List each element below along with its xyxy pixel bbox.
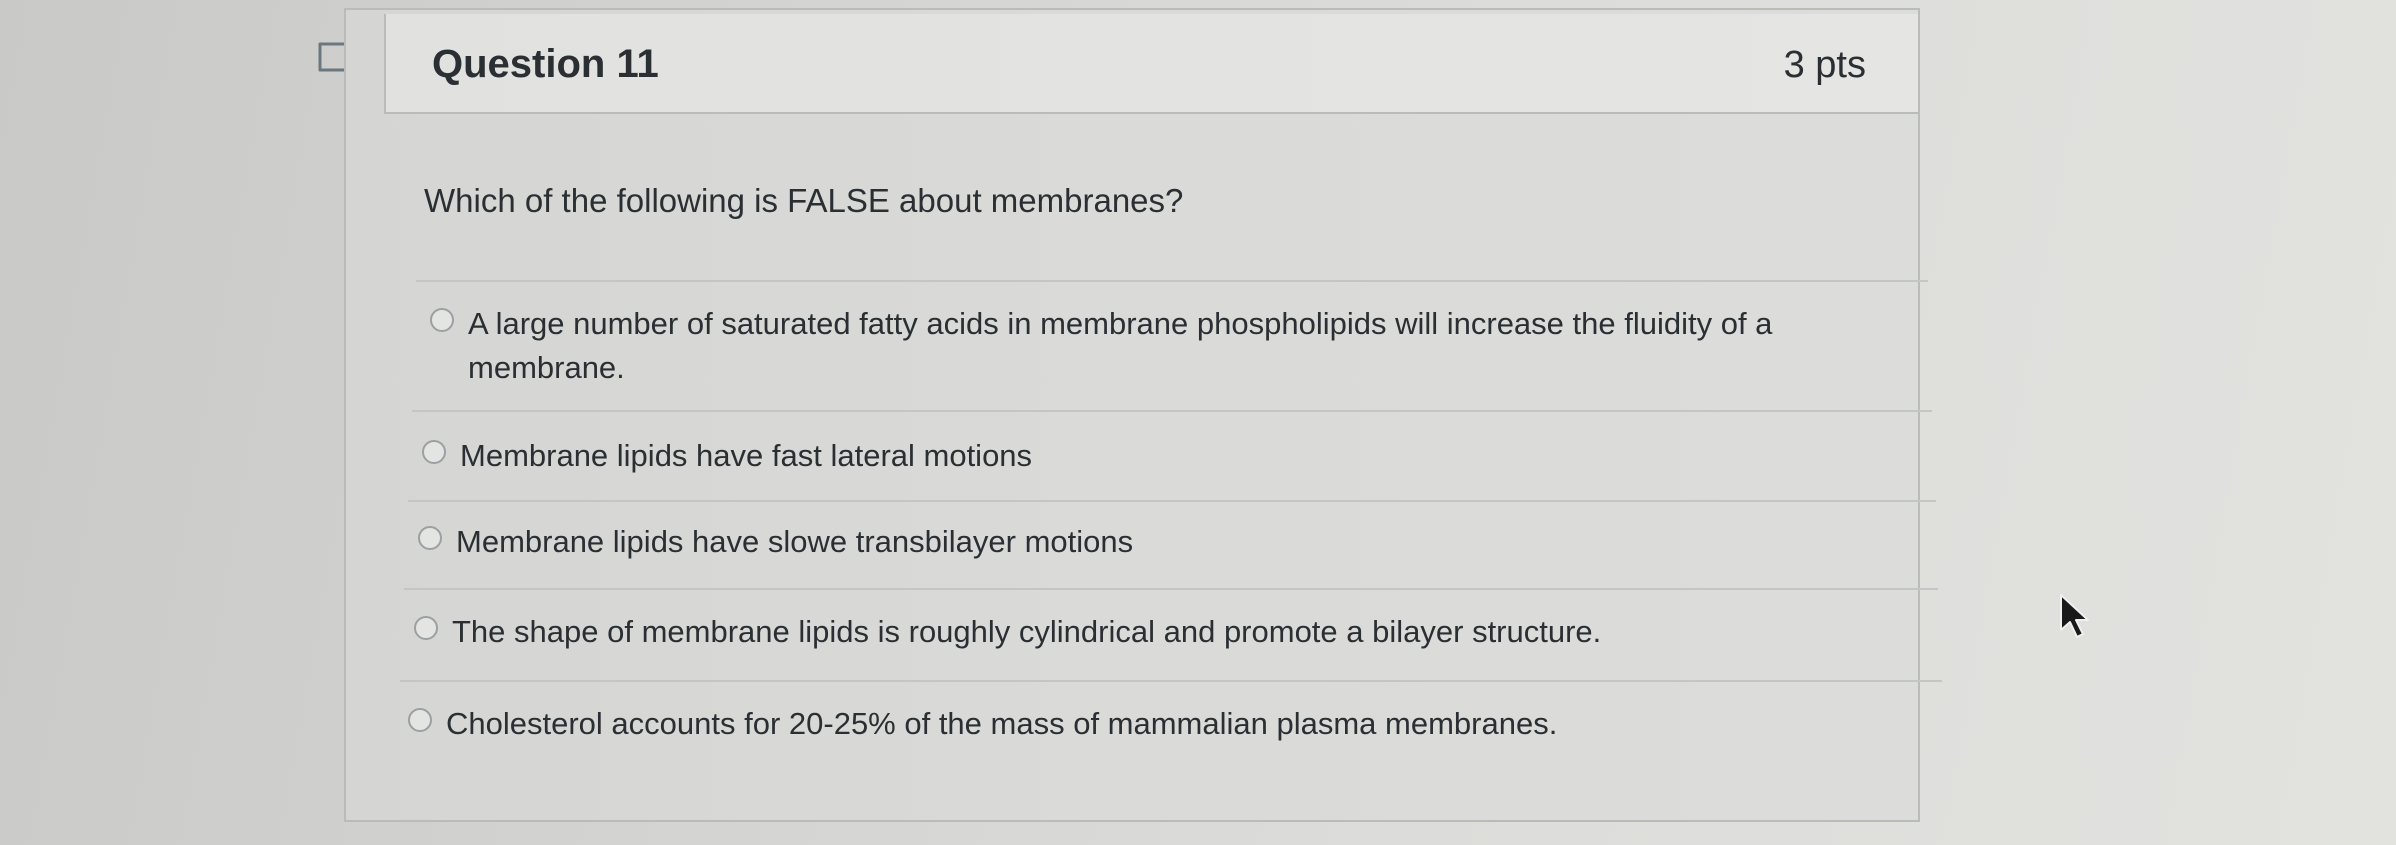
answer-option-5[interactable]: Cholesterol accounts for 20-25% of the m… xyxy=(408,702,1557,746)
radio-icon[interactable] xyxy=(418,526,442,550)
quiz-page: Question 11 3 pts Which of the following… xyxy=(0,0,2396,845)
answer-label: The shape of membrane lipids is roughly … xyxy=(452,614,1602,649)
answer-divider xyxy=(400,680,1942,682)
answer-list: A large number of saturated fatty acids … xyxy=(346,10,1942,820)
radio-icon[interactable] xyxy=(408,708,432,732)
answer-label: Membrane lipids have slowe transbilayer … xyxy=(456,524,1134,559)
answer-option-2[interactable]: Membrane lipids have fast lateral motion… xyxy=(422,434,1032,478)
answer-divider xyxy=(416,280,1928,282)
answer-label: Cholesterol accounts for 20-25% of the m… xyxy=(446,706,1558,741)
answer-label: A large number of saturated fatty acids … xyxy=(468,306,1773,341)
answer-divider xyxy=(408,500,1936,502)
mouse-pointer-icon xyxy=(2060,594,2089,638)
answer-divider xyxy=(412,410,1932,412)
answer-divider xyxy=(404,588,1938,590)
answer-option-4[interactable]: The shape of membrane lipids is roughly … xyxy=(414,610,1601,654)
radio-icon[interactable] xyxy=(422,440,446,464)
question-card: Question 11 3 pts Which of the following… xyxy=(344,8,1942,822)
radio-icon[interactable] xyxy=(414,616,438,640)
answer-option-3[interactable]: Membrane lipids have slowe transbilayer … xyxy=(418,520,1133,564)
answer-option-1[interactable]: A large number of saturated fatty acids … xyxy=(430,302,1772,390)
radio-icon[interactable] xyxy=(430,308,454,332)
answer-label-line2: membrane. xyxy=(468,350,625,385)
answer-label: Membrane lipids have fast lateral motion… xyxy=(460,438,1033,473)
